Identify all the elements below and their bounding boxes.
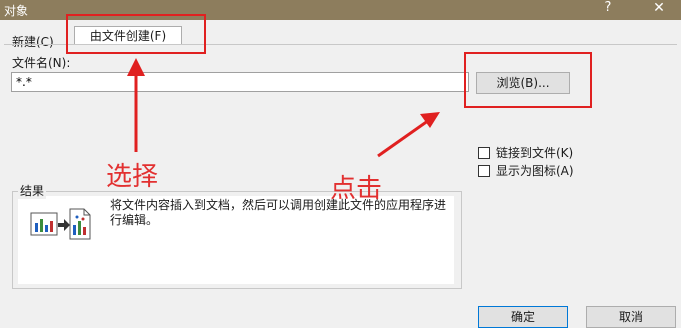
show-as-icon-label: 显示为图标(A): [496, 164, 574, 178]
arrow-to-browse: [377, 116, 433, 158]
annotation-select: 选择: [106, 162, 159, 192]
highlight-box-browse: [464, 52, 592, 108]
cancel-button[interactable]: 取消: [586, 306, 676, 328]
result-description: 将文件内容插入到文档，然后可以调用创建此文件的应用程序进行编辑。: [110, 198, 447, 227]
highlight-box-tab: [66, 14, 206, 54]
tab-new[interactable]: 新建(C): [10, 30, 56, 53]
filename-label: 文件名(N):: [12, 56, 71, 70]
window-title: 对象: [4, 4, 29, 18]
link-to-file-label: 链接到文件(K): [496, 146, 574, 160]
annotation-click: 点击: [330, 174, 383, 204]
link-to-file-checkbox[interactable]: [478, 146, 490, 159]
arrow-to-browse-head: [420, 112, 440, 128]
filename-input[interactable]: [11, 72, 469, 92]
help-button[interactable]: ?: [600, 0, 616, 18]
result-legend: 结果: [18, 182, 47, 199]
link-to-file-option[interactable]: 链接到文件(K): [478, 144, 573, 161]
ok-button[interactable]: 确定: [478, 306, 568, 328]
show-as-icon-checkbox[interactable]: [478, 164, 490, 177]
embed-document-icon: [30, 208, 91, 240]
close-button[interactable]: ✕: [648, 0, 670, 18]
show-as-icon-option[interactable]: 显示为图标(A): [478, 162, 574, 179]
